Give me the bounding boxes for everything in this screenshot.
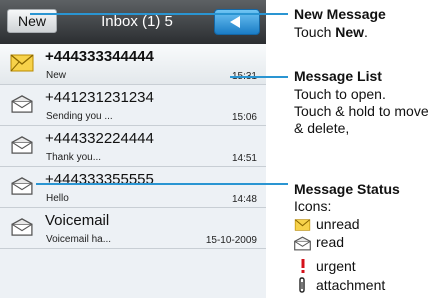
message-row[interactable]: +441231231234 Sending you ... 15:06 [0, 85, 266, 126]
new-message-callout-line [30, 13, 288, 15]
message-list-callout-line3: & delete, [294, 120, 350, 136]
unread-envelope-icon [10, 54, 34, 72]
message-preview: Thank you... [46, 152, 102, 163]
legend-urgent-label: urgent [316, 258, 356, 274]
phone-screen: New Inbox (1) 5 +444333344444 New 15:31 … [0, 0, 266, 298]
message-time: 15-10-2009 [205, 235, 257, 246]
message-sender: +444333355555 [45, 171, 154, 188]
message-time: 14:48 [231, 194, 257, 205]
read-envelope-icon [11, 177, 33, 195]
message-preview: Hello [46, 193, 69, 204]
read-envelope-icon [294, 236, 311, 251]
message-time: 15:06 [231, 112, 257, 123]
message-row[interactable]: +444333344444 New 15:31 [0, 44, 266, 85]
icons-label: Icons: [294, 198, 332, 214]
legend-attachment-label: attachment [316, 277, 386, 293]
message-time: 14:51 [231, 153, 257, 164]
unread-envelope-icon [294, 219, 311, 231]
message-status-callout-title: Message Status [294, 181, 400, 197]
message-sender: +444332224444 [45, 130, 154, 147]
message-list-callout-line [230, 76, 288, 78]
message-preview: New [46, 70, 67, 81]
message-sender: +441231231234 [45, 89, 154, 106]
legend-unread-label: unread [316, 216, 360, 232]
message-row[interactable]: +444332224444 Thank you... 14:51 [0, 126, 266, 167]
message-list-callout-line2: Touch & hold to move [294, 103, 429, 119]
read-envelope-icon [11, 95, 33, 113]
message-row[interactable]: Voicemail Voicemail ha... 15-10-2009 [0, 208, 266, 249]
new-message-callout-title: New Message [294, 6, 386, 22]
read-envelope-icon [11, 136, 33, 154]
message-list-callout-title: Message List [294, 68, 382, 84]
message-status-callout-line [36, 183, 288, 185]
legend-read-label: read [316, 234, 345, 250]
message-list-callout-line1: Touch to open. [294, 86, 386, 102]
message-row[interactable]: +444333355555 Hello 14:48 [0, 167, 266, 208]
message-sender: +444333344444 [45, 48, 154, 65]
message-preview: Voicemail ha... [46, 234, 112, 245]
new-message-callout-text: Touch New. [294, 24, 368, 40]
urgent-icon [301, 259, 305, 273]
inbox-header: New Inbox (1) 5 [0, 0, 266, 44]
message-preview: Sending you ... [46, 111, 113, 122]
read-envelope-icon [11, 218, 33, 236]
attachment-icon [299, 277, 305, 293]
message-sender: Voicemail [45, 212, 110, 229]
back-arrow-icon [230, 16, 240, 28]
